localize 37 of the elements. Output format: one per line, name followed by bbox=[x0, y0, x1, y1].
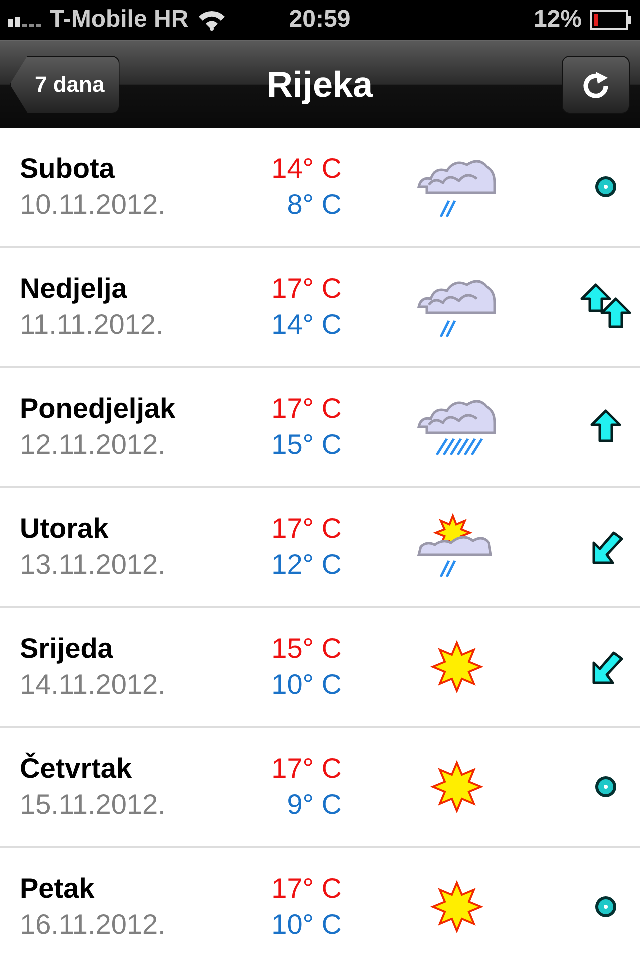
high-temperature: 17° C bbox=[272, 393, 342, 425]
wifi-icon bbox=[196, 9, 227, 31]
date-text: 12.11.2012. bbox=[20, 429, 167, 461]
high-temperature: 17° C bbox=[272, 273, 342, 305]
low-temperature: 12° C bbox=[272, 549, 342, 581]
refresh-icon bbox=[581, 70, 611, 100]
battery-icon bbox=[590, 10, 632, 30]
high-temperature: 17° C bbox=[272, 873, 342, 905]
high-temperature: 15° C bbox=[272, 633, 342, 665]
day-name: Četvrtak bbox=[20, 753, 134, 785]
date-text: 14.11.2012. bbox=[20, 669, 167, 701]
low-temperature: 14° C bbox=[272, 309, 342, 341]
low-temperature: 8° C bbox=[287, 189, 342, 221]
battery-percent: 12% bbox=[534, 6, 582, 34]
low-temperature: 10° C bbox=[272, 909, 342, 941]
date-text: 13.11.2012. bbox=[20, 549, 167, 581]
high-temperature: 14° C bbox=[272, 153, 342, 185]
status-time: 20:59 bbox=[289, 6, 351, 34]
back-button[interactable]: 7 dana bbox=[10, 56, 120, 114]
day-name: Srijeda bbox=[20, 633, 114, 665]
low-temperature: 10° C bbox=[272, 669, 342, 701]
high-temperature: 17° C bbox=[272, 753, 342, 785]
date-text: 10.11.2012. bbox=[20, 189, 167, 221]
day-name: Petak bbox=[20, 873, 96, 905]
carrier-name: T-Mobile HR bbox=[50, 6, 189, 34]
low-temperature: 9° C bbox=[287, 789, 342, 821]
day-name: Utorak bbox=[20, 513, 110, 545]
low-temperature: 15° C bbox=[272, 429, 342, 461]
day-name: Ponedjeljak bbox=[20, 393, 177, 425]
date-text: 16.11.2012. bbox=[20, 909, 167, 941]
date-text: 15.11.2012. bbox=[20, 789, 167, 821]
date-text: 11.11.2012. bbox=[20, 309, 165, 341]
day-name: Nedjelja bbox=[20, 273, 128, 305]
day-name: Subota bbox=[20, 153, 116, 185]
high-temperature: 17° C bbox=[272, 513, 342, 545]
refresh-button[interactable] bbox=[562, 56, 630, 114]
city-title: Rijeka bbox=[266, 64, 374, 106]
